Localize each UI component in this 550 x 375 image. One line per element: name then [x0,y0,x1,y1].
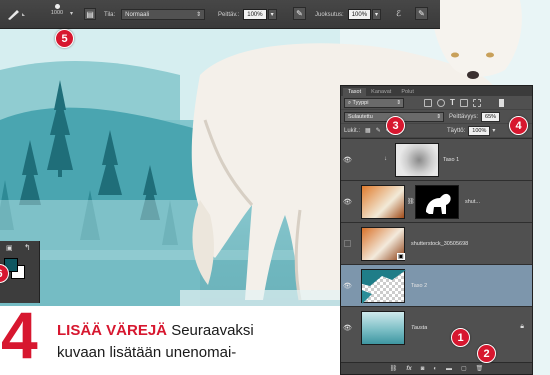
layer-name[interactable]: shut... [465,199,480,205]
brush-size-value: 1000 [50,10,64,16]
layer-name[interactable]: Tausta [411,325,427,331]
callout-badge-3: 3 [386,116,405,135]
tab-layers[interactable]: Tasot [343,88,367,96]
lock-label: Lukit.: [344,127,361,134]
filter-type-value: Tyyppi [352,99,369,106]
article-headline: LISÄÄ VÄREJÄ Seuraavaksi [57,322,254,339]
tablet-pressure-size-icon[interactable]: ✎ [415,7,428,20]
blend-row: Sulautettu ⇕ Peittävyys: 65% [341,110,532,124]
lock-icon: 🔒︎ [520,323,524,330]
layer-thumbnail [361,185,405,219]
layer-row[interactable]: ▣ shutterstock_30505698 [341,222,532,264]
article-text-area [0,306,340,375]
visibility-eye-icon[interactable]: 👁︎ [341,265,354,306]
callout-badge-4: 4 [509,116,528,135]
visibility-eye-icon[interactable]: 👁︎ [341,181,354,222]
layer-row-selected[interactable]: 👁︎ Taso 2 [341,264,532,306]
opacity-field[interactable]: 100% [243,9,267,20]
callout-badge-2: 2 [477,344,496,363]
layer-thumbnail [361,269,406,304]
visibility-toggle-empty[interactable] [341,223,354,264]
callout-badge-1: 1 [451,328,470,347]
flow-control: Juoksutus: 100% ▾ [315,9,382,20]
brush-tool-icon[interactable] [6,7,28,21]
layer-thumbnail [361,311,405,345]
clipping-arrow-icon: ↓ [384,156,387,162]
blend-mode-value: Sulautettu [348,113,373,120]
filter-type-select[interactable]: ⌕ Tyyppi ⇕ [344,97,404,108]
filter-smart-object-icon[interactable] [472,98,481,107]
brush-preset-icon[interactable]: ▤ [84,8,96,20]
filter-pixel-icon[interactable] [424,98,432,107]
opacity-control: Peittäv.: 100% ▾ [218,9,277,20]
flow-field[interactable]: 100% [347,9,372,20]
filter-row: ⌕ Tyyppi ⇕ T [341,96,532,110]
mode-label: Tila: [104,11,116,18]
layer-mask-thumbnail[interactable] [415,185,459,219]
opacity-label: Peittäv.: [218,11,240,18]
chevron-down-icon: ⇕ [436,113,441,120]
headline-keyword: LISÄÄ VÄREJÄ [57,322,168,339]
layers-panel-footer: ⛓︎ fx ◙ ◐ ▬ ▢ 🗑︎ [341,362,532,374]
wolf-mask-shape [426,193,451,214]
tab-paths[interactable]: Polut [396,88,419,96]
new-layer-icon[interactable]: ▢ [461,365,467,372]
filter-toggle-icon[interactable] [498,98,504,107]
visibility-eye-icon[interactable]: 👁︎ [341,307,354,348]
tablet-pressure-opacity-icon[interactable]: ✎ [293,7,306,20]
fill-field[interactable]: 100% [468,125,491,136]
visibility-eye-icon[interactable]: 👁︎ [341,139,354,180]
lock-transparent-icon[interactable]: ▦ [365,127,371,134]
panel-tabs: Tasot Kanavat Polut [341,86,532,96]
layer-thumbnail [395,143,439,177]
link-layers-icon[interactable]: ⛓︎ [390,365,398,372]
opacity-slider-toggle-icon[interactable]: ▾ [267,9,277,20]
layer-row[interactable]: 👁︎ Tausta 🔒︎ [341,306,532,348]
brush-tip-icon [54,4,60,9]
chevron-down-icon: ⇕ [196,12,202,18]
layer-name[interactable]: Taso 1 [443,157,459,163]
teal-paint-strokes [362,270,406,304]
swap-colors-icon[interactable]: ↰ [24,243,31,252]
lock-row: Lukit.: ▦ ✎ ✥ 🔒︎ Täyttö: 100% ▾ [341,124,532,138]
new-group-icon[interactable]: ▬ [446,366,452,372]
mode-control: Tila: Normaali ⇕ [104,9,206,20]
article-body-line: kuvaan lisätään unenomai- [57,344,237,361]
layer-opacity-field[interactable]: 65% [481,111,501,122]
mode-select-value: Normaali [125,12,150,18]
mode-select[interactable]: Normaali ⇕ [121,9,206,20]
layers-panel: Tasot Kanavat Polut ⌕ Tyyppi ⇕ T Sulaute… [340,85,533,375]
brush-size-picker[interactable]: 1000 [46,4,68,16]
options-bar: 1000 ▾ ▤ Tila: Normaali ⇕ Peittäv.: 100%… [0,0,440,29]
fill-label: Täyttö: [446,127,466,134]
fx-icon[interactable]: fx [406,366,411,372]
step-number: 4 [1,298,38,372]
brush-size-dropdown-arrow-icon[interactable]: ▾ [70,10,73,17]
lock-image-icon[interactable]: ✎ [376,127,381,134]
tab-channels[interactable]: Kanavat [366,88,396,96]
layer-row[interactable]: 👁︎ ⛓︎ shut... [341,180,532,222]
fill-slider-toggle-icon[interactable]: ▾ [492,127,495,134]
layer-name[interactable]: Taso 2 [411,283,427,289]
layer-opacity-label: Peittävyys: [449,113,479,120]
trash-icon[interactable]: 🗑︎ [476,365,484,372]
smart-object-icon: ▣ [397,253,405,260]
layer-name[interactable]: shutterstock_30505698 [411,241,468,247]
default-colors-icon[interactable]: ▣ [6,244,13,252]
filter-shape-icon[interactable] [459,98,468,107]
filter-type-icon[interactable]: T [450,98,455,107]
flow-slider-toggle-icon[interactable]: ▾ [372,9,382,20]
flow-label: Juoksutus: [315,11,344,18]
airbrush-icon[interactable]: ℰ [392,7,405,20]
add-mask-icon[interactable]: ◙ [421,366,425,372]
layer-row[interactable]: 👁︎ ↓ Taso 1 [341,138,532,180]
adjustment-layer-icon[interactable]: ◐ [433,366,437,372]
link-icon[interactable]: ⛓︎ [407,198,415,205]
chevron-down-icon: ⇕ [396,99,401,106]
callout-badge-5: 5 [55,29,74,48]
headline-rest: Seuraavaksi [167,322,254,339]
filter-adjustment-icon[interactable] [437,98,445,107]
